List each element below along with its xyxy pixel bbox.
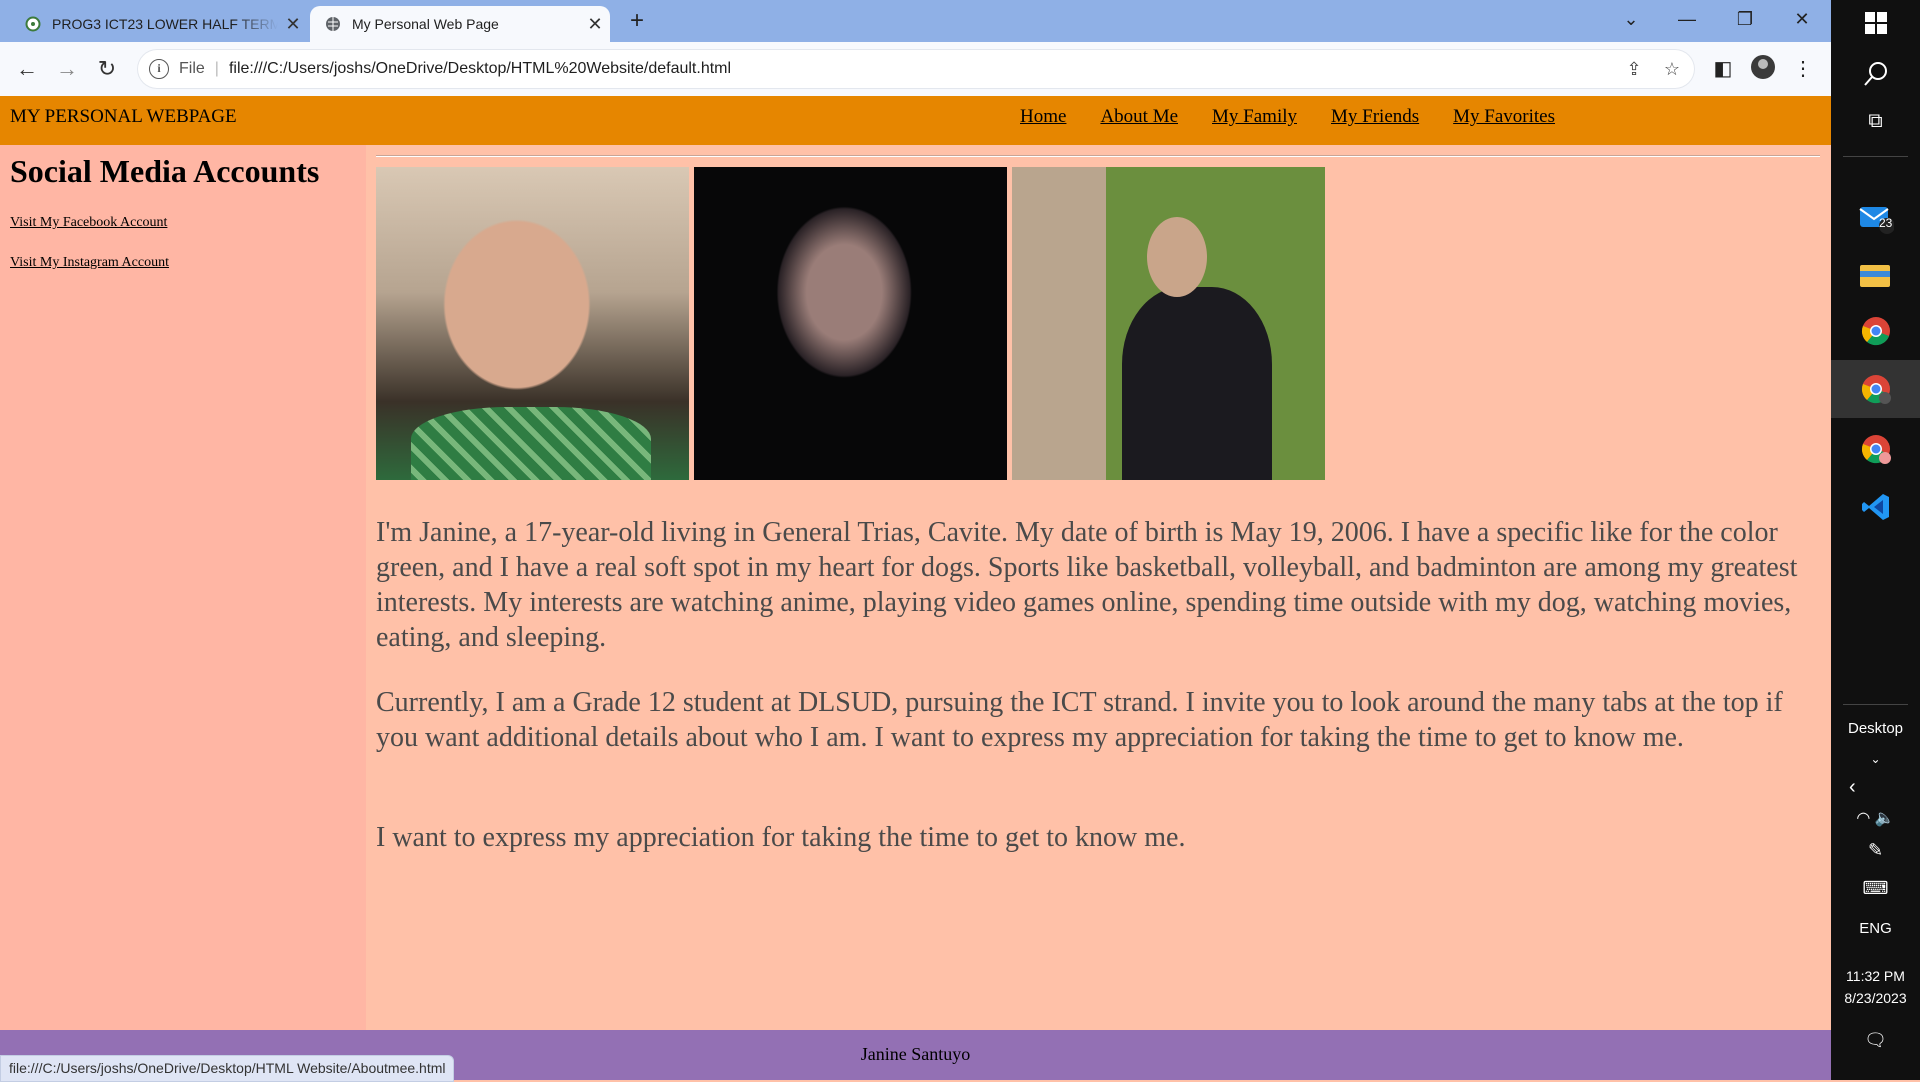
clock-date[interactable]: 8/23/2023 bbox=[1831, 990, 1920, 1006]
tab-prog3[interactable]: PROG3 ICT23 LOWER HALF TERM ✕ bbox=[10, 6, 308, 42]
tab-bar: PROG3 ICT23 LOWER HALF TERM ✕ My Persona… bbox=[0, 0, 1831, 42]
taskbar-divider bbox=[1843, 156, 1908, 157]
chrome-icon[interactable] bbox=[1831, 302, 1920, 360]
site-header: MY PERSONAL WEBPAGE Home About Me My Fam… bbox=[0, 96, 1831, 145]
chrome-active-window-icon[interactable] bbox=[1831, 360, 1920, 418]
nav-my-family[interactable]: My Family bbox=[1212, 106, 1297, 128]
vscode-icon[interactable] bbox=[1831, 478, 1920, 536]
intro-paragraph: I'm Janine, a 17-year-old living in Gene… bbox=[376, 517, 1798, 653]
site-favicon-icon bbox=[24, 15, 42, 33]
main-content: I'm Janine, a 17-year-old living in Gene… bbox=[366, 145, 1831, 1030]
share-icon[interactable]: ⇪ bbox=[1619, 59, 1649, 80]
tab-close-icon[interactable]: ✕ bbox=[278, 14, 308, 35]
link-status-bar: file:///C:/Users/joshs/OneDrive/Desktop/… bbox=[0, 1055, 455, 1082]
nav-my-friends[interactable]: My Friends bbox=[1331, 106, 1419, 128]
photo-mirror-selfie bbox=[1012, 167, 1325, 480]
mail-app-icon[interactable]: 23 bbox=[1831, 188, 1920, 246]
desktop-label[interactable]: Desktop bbox=[1831, 720, 1920, 737]
task-view-icon[interactable]: ⧉ bbox=[1831, 110, 1920, 133]
tab-title: PROG3 ICT23 LOWER HALF TERM bbox=[52, 16, 278, 32]
windows-start-icon[interactable] bbox=[1831, 12, 1920, 39]
tab-my-personal-web-page[interactable]: My Personal Web Page ✕ bbox=[310, 6, 610, 42]
address-bar[interactable]: i File | file:///C:/Users/joshs/OneDrive… bbox=[137, 49, 1695, 89]
tab-title: My Personal Web Page bbox=[352, 16, 499, 32]
file-explorer-icon[interactable] bbox=[1831, 246, 1920, 304]
new-tab-button[interactable]: + bbox=[622, 6, 652, 36]
close-window-button[interactable]: ✕ bbox=[1773, 0, 1831, 40]
keyboard-icon[interactable]: ⌨ bbox=[1831, 878, 1920, 899]
facebook-link[interactable]: Visit My Facebook Account bbox=[10, 215, 167, 231]
network-volume-icon[interactable]: ◠ 🔈 bbox=[1831, 808, 1920, 828]
url-scheme: File bbox=[179, 60, 205, 77]
chrome-profile-icon[interactable] bbox=[1831, 420, 1920, 478]
instagram-link[interactable]: Visit My Instagram Account bbox=[10, 255, 169, 271]
notification-icon[interactable]: 🗨 bbox=[1831, 1030, 1920, 1051]
photo-selfie-glasses bbox=[376, 167, 689, 480]
site-nav: Home About Me My Family My Friends My Fa… bbox=[1020, 106, 1555, 128]
language-indicator[interactable]: ENG bbox=[1831, 920, 1920, 937]
clock-time[interactable]: 11:32 PM bbox=[1831, 968, 1920, 984]
back-button[interactable]: ← bbox=[12, 54, 42, 84]
url-text[interactable]: file:///C:/Users/joshs/OneDrive/Desktop/… bbox=[229, 60, 1619, 78]
browser-toolbar: ← → ↻ i File | file:///C:/Users/joshs/On… bbox=[0, 42, 1831, 96]
globe-icon bbox=[324, 15, 342, 33]
sidebar-heading: Social Media Accounts bbox=[10, 153, 320, 189]
reload-button[interactable]: ↻ bbox=[92, 54, 122, 84]
nav-my-favorites[interactable]: My Favorites bbox=[1453, 106, 1555, 128]
forward-button[interactable]: → bbox=[52, 54, 82, 84]
side-panel-icon[interactable]: ◧ bbox=[1708, 54, 1738, 84]
student-paragraph: Currently, I am a Grade 12 student at DL… bbox=[376, 687, 1783, 753]
chevron-left-icon[interactable]: ‹ bbox=[1831, 776, 1920, 799]
nav-home[interactable]: Home bbox=[1020, 106, 1066, 128]
search-icon[interactable] bbox=[1831, 60, 1920, 93]
profile-avatar[interactable] bbox=[1748, 54, 1778, 84]
chevron-down-icon[interactable]: ⌄ bbox=[1831, 752, 1920, 766]
windows-taskbar: ⧉ 23 Desktop ⌄ ‹ ◠ 🔈 ✎ ⌨ ENG 11:32 PM 8/… bbox=[1831, 0, 1920, 1080]
site-title: MY PERSONAL WEBPAGE bbox=[10, 106, 237, 127]
info-icon[interactable]: i bbox=[149, 59, 169, 79]
minimize-button[interactable]: — bbox=[1658, 0, 1716, 40]
thanks-paragraph: I want to express my appreciation for ta… bbox=[376, 822, 1186, 853]
restore-button[interactable]: ❐ bbox=[1716, 0, 1774, 40]
photo-gallery bbox=[376, 167, 1325, 480]
photo-dark-blurred bbox=[694, 167, 1007, 480]
pen-icon[interactable]: ✎ bbox=[1831, 840, 1920, 861]
sidebar: Social Media Accounts Visit My Facebook … bbox=[0, 145, 366, 1030]
nav-about-me[interactable]: About Me bbox=[1100, 106, 1178, 128]
divider bbox=[376, 155, 1820, 157]
mail-badge: 23 bbox=[1879, 216, 1893, 230]
tab-search-chevron-icon[interactable]: ⌄ bbox=[1602, 0, 1660, 40]
bookmark-star-icon[interactable]: ☆ bbox=[1657, 59, 1687, 80]
tab-close-icon[interactable]: ✕ bbox=[580, 14, 610, 35]
menu-kebab-icon[interactable]: ⋮ bbox=[1788, 54, 1818, 84]
url-separator: | bbox=[214, 60, 219, 77]
taskbar-divider bbox=[1843, 704, 1908, 705]
